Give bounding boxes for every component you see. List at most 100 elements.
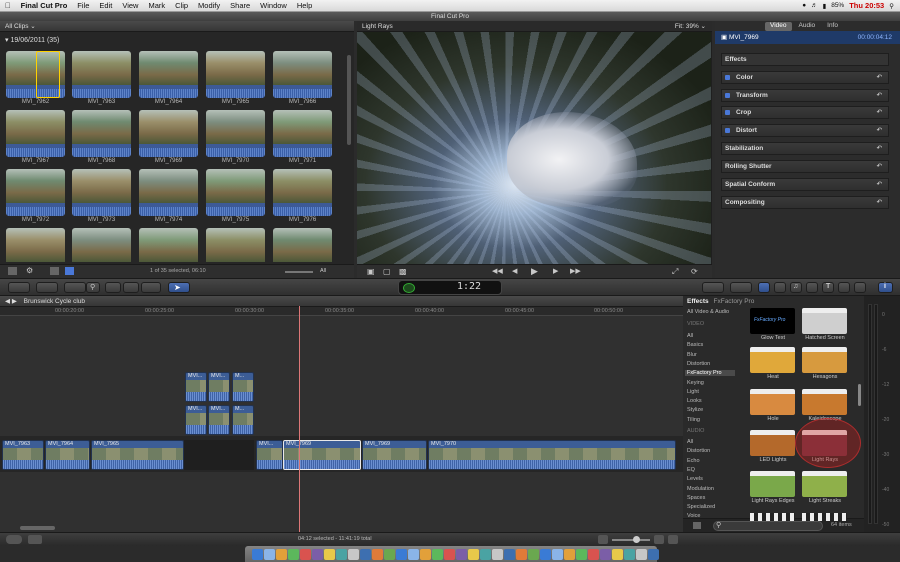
dock-app-icon[interactable]: [528, 549, 539, 560]
spotlight-icon[interactable]: ⚲: [889, 2, 894, 10]
effect-thumbnail[interactable]: [750, 347, 795, 373]
sidebar-toggle-icon[interactable]: [693, 522, 701, 529]
timeline-clip[interactable]: MVI...: [256, 440, 283, 470]
themes-button[interactable]: [854, 282, 866, 293]
chevron-down-icon[interactable]: ⌄: [30, 23, 35, 30]
filter-dropdown[interactable]: All: [320, 268, 326, 274]
titles-button[interactable]: T: [822, 282, 834, 293]
dock-app-icon[interactable]: [600, 549, 611, 560]
effect-thumbnail[interactable]: FxFactory Pro: [750, 308, 795, 334]
playhead[interactable]: [299, 306, 300, 532]
effect-thumbnail[interactable]: [750, 471, 795, 497]
reset-arrow-icon[interactable]: ↶: [877, 90, 882, 101]
generators-button[interactable]: [838, 282, 850, 293]
wifi-icon[interactable]: ●: [802, 2, 806, 9]
timeline-clip[interactable]: MVI_7965: [91, 440, 184, 470]
inspector-row-compositing[interactable]: Compositing ↶: [721, 196, 889, 209]
dock-app-icon[interactable]: [348, 549, 359, 560]
dashboard-timecode[interactable]: 1:22: [457, 281, 481, 292]
clip-thumbnail[interactable]: [206, 169, 265, 216]
reset-arrow-icon[interactable]: ↶: [877, 161, 882, 172]
effect-category[interactable]: All: [687, 333, 693, 339]
timeline-zoom-slider[interactable]: [612, 539, 650, 541]
effect-category[interactable]: Levels: [687, 476, 703, 482]
effect-thumbnail-partial[interactable]: [750, 513, 795, 521]
transitions-button[interactable]: [806, 282, 818, 293]
dock-app-icon[interactable]: [648, 549, 659, 560]
color-balance-button[interactable]: [64, 282, 86, 293]
dock-app-icon[interactable]: [456, 549, 467, 560]
effects-browser-button[interactable]: [758, 282, 770, 293]
enable-checkbox[interactable]: [725, 128, 730, 133]
date-group-header[interactable]: ▾ 19/06/2011 (35): [5, 36, 59, 44]
dock-app-icon[interactable]: [396, 549, 407, 560]
dock-app-icon[interactable]: [324, 549, 335, 560]
select-tool-button[interactable]: ➤: [168, 282, 190, 293]
tab-info[interactable]: Info: [822, 22, 843, 31]
inspector-row-transform[interactable]: Transform ↶: [721, 89, 889, 102]
inspector-row-distort[interactable]: Distort ↶: [721, 124, 889, 137]
connected-clip[interactable]: MVI...: [208, 405, 230, 435]
timeline-clip[interactable]: MVI_7969: [362, 440, 427, 470]
timeline-zoom-knob[interactable]: [633, 536, 640, 543]
clip-thumbnail[interactable]: [139, 169, 198, 216]
all-clips-tab[interactable]: All Clips: [5, 23, 28, 30]
disclosure-triangle-icon[interactable]: ▾: [5, 37, 9, 44]
reset-arrow-icon[interactable]: ↶: [877, 179, 882, 190]
photo-browser-button[interactable]: [774, 282, 786, 293]
dock-app-icon[interactable]: [276, 549, 287, 560]
import-button[interactable]: [8, 282, 30, 293]
dock-app-icon[interactable]: [576, 549, 587, 560]
rewind-button[interactable]: ◀: [512, 267, 517, 275]
inspector-row-crop[interactable]: Crop ↶: [721, 106, 889, 119]
dock-app-icon[interactable]: [300, 549, 311, 560]
list-view-icon[interactable]: [50, 267, 59, 275]
dock-app-icon[interactable]: [492, 549, 503, 560]
menu-view[interactable]: View: [117, 1, 143, 10]
dock-app-icon[interactable]: [372, 549, 383, 560]
effect-category[interactable]: Distortion: [687, 448, 710, 454]
reset-arrow-icon[interactable]: ↶: [877, 107, 882, 118]
selection-range[interactable]: [36, 51, 60, 98]
clip-thumbnail[interactable]: [72, 169, 131, 216]
transform-icon[interactable]: ▢: [383, 267, 391, 276]
insert-edit-button[interactable]: [123, 282, 139, 293]
clip-thumbnail[interactable]: [273, 51, 332, 98]
menu-share[interactable]: Share: [225, 1, 255, 10]
dock-app-icon[interactable]: [264, 549, 275, 560]
app-menu[interactable]: Final Cut Pro: [16, 1, 73, 10]
effect-thumbnail-partial[interactable]: [802, 513, 847, 521]
dock-app-icon[interactable]: [312, 549, 323, 560]
fullscreen-icon[interactable]: ⤢: [672, 267, 678, 277]
clip-thumbnail[interactable]: [273, 110, 332, 157]
effect-category[interactable]: Light: [687, 389, 699, 395]
inspector-row-spatial-conform[interactable]: Spatial Conform ↶: [721, 178, 889, 191]
clip-thumbnail[interactable]: [206, 110, 265, 157]
inspector-row-color[interactable]: Color ↶: [721, 71, 889, 84]
grid-view-icon[interactable]: [65, 267, 74, 275]
dock-app-icon[interactable]: [432, 549, 443, 560]
clip-thumbnail[interactable]: [6, 51, 65, 98]
clip-thumbnail[interactable]: [139, 110, 198, 157]
effect-category[interactable]: Modulation: [687, 486, 714, 492]
apple-menu-icon[interactable]: : [0, 1, 16, 10]
tab-video[interactable]: Video: [765, 22, 792, 31]
dock-app-icon[interactable]: [552, 549, 563, 560]
timeline-clip[interactable]: MVI_7970: [428, 440, 676, 470]
menubar-clock[interactable]: Thu 20:53: [849, 1, 884, 10]
clip-thumbnail[interactable]: [72, 51, 131, 98]
dock-app-icon[interactable]: [408, 549, 419, 560]
crop-icon[interactable]: ▣: [367, 267, 375, 276]
enhance-button[interactable]: [702, 282, 724, 293]
effect-category[interactable]: Echo: [687, 458, 700, 464]
scrollbar[interactable]: [347, 55, 351, 145]
keyword-button[interactable]: [36, 282, 58, 293]
enable-checkbox[interactable]: [725, 110, 730, 115]
reset-arrow-icon[interactable]: ↶: [877, 143, 882, 154]
play-button[interactable]: ▶: [531, 266, 538, 277]
clip-thumbnail[interactable]: [206, 51, 265, 98]
effect-thumbnail[interactable]: [750, 389, 795, 415]
dock-app-icon[interactable]: [420, 549, 431, 560]
effect-thumbnail[interactable]: [802, 389, 847, 415]
clip-thumbnail[interactable]: [139, 51, 198, 98]
